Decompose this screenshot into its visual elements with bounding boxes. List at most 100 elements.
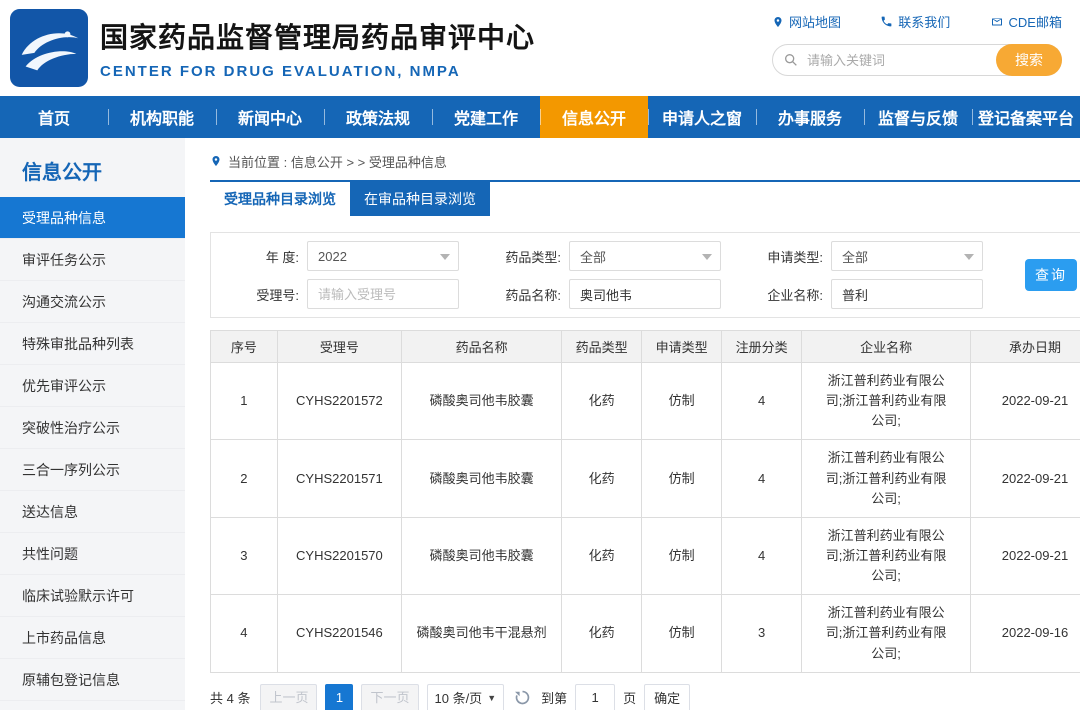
year-label: 年 度: xyxy=(221,247,299,266)
cell-drug-type: 化药 xyxy=(562,517,642,594)
nav-item-info-disclosure[interactable]: 信息公开 xyxy=(540,96,648,138)
nav-item-applicant-window[interactable]: 申请人之窗 xyxy=(648,96,756,138)
prev-page-button[interactable]: 上一页 xyxy=(260,684,317,710)
next-page-button[interactable]: 下一页 xyxy=(361,684,418,710)
apply-type-label: 申请类型: xyxy=(745,247,823,266)
cell-drug-type: 化药 xyxy=(562,440,642,517)
cell-apply-type: 仿制 xyxy=(642,363,722,440)
cell-drug-name: 磷酸奥司他韦胶囊 xyxy=(402,363,562,440)
nav-item-services[interactable]: 办事服务 xyxy=(756,96,864,138)
cell-drug-name: 磷酸奥司他韦干混悬剂 xyxy=(402,595,562,672)
page-size-value: 10 条/页 xyxy=(435,688,483,707)
confirm-button[interactable]: 确定 xyxy=(644,684,690,710)
chevron-down-icon: ▼ xyxy=(487,693,496,703)
nav-item-home[interactable]: 首页 xyxy=(0,96,108,138)
year-field: 年 度: 2022 xyxy=(221,241,459,271)
company-name-field: 企业名称: xyxy=(745,279,983,309)
cell-acceptance-no: CYHS2201546 xyxy=(277,595,401,672)
column-header-drug-name: 药品名称 xyxy=(402,331,562,363)
refresh-icon xyxy=(514,689,531,706)
page-size-select[interactable]: 10 条/页 ▼ xyxy=(427,684,505,710)
company-name-input[interactable] xyxy=(831,279,983,309)
sidebar-item-special-approval-list[interactable]: 特殊审批品种列表 xyxy=(0,323,185,365)
cell-reg-class: 3 xyxy=(722,595,802,672)
filter-panel: 年 度: 2022 药品类型: 全部 申请类型: 全部 xyxy=(210,232,1080,318)
search-button[interactable]: 搜索 xyxy=(996,44,1062,76)
cde-logo xyxy=(10,9,88,87)
cell-date: 2022-09-16 xyxy=(971,595,1080,672)
header-right: 网站地图 联系我们 CDE邮箱 搜索 xyxy=(772,12,1062,76)
nav-item-party[interactable]: 党建工作 xyxy=(432,96,540,138)
pagination: 共 4 条 上一页 1 下一页 10 条/页 ▼ 到第 页 确定 xyxy=(210,684,1080,710)
page-number-1[interactable]: 1 xyxy=(325,684,353,710)
company-text: 浙江普利药业有限公司;浙江普利药业有限公司; xyxy=(821,371,951,431)
nav-item-policy[interactable]: 政策法规 xyxy=(324,96,432,138)
drug-name-input[interactable] xyxy=(569,279,721,309)
cell-reg-class: 4 xyxy=(722,517,802,594)
goto-prefix: 到第 xyxy=(541,688,567,707)
tab-accepted-catalog[interactable]: 受理品种目录浏览 xyxy=(210,182,350,216)
contact-link[interactable]: 联系我们 xyxy=(880,12,950,31)
column-header-drug-type: 药品类型 xyxy=(562,331,642,363)
column-header-index: 序号 xyxy=(211,331,278,363)
main-nav: 首页 机构职能 新闻中心 政策法规 党建工作 信息公开 申请人之窗 办事服务 监… xyxy=(0,96,1080,138)
sidebar-item-communication[interactable]: 沟通交流公示 xyxy=(0,281,185,323)
year-select[interactable]: 2022 xyxy=(307,241,459,271)
cell-apply-type: 仿制 xyxy=(642,517,722,594)
sidebar-item-common-issues[interactable]: 共性问题 xyxy=(0,533,185,575)
filter-row-2: 受理号: 药品名称: 企业名称: xyxy=(221,279,1007,309)
company-text: 浙江普利药业有限公司;浙江普利药业有限公司; xyxy=(821,448,951,508)
acceptance-no-input[interactable] xyxy=(307,279,459,309)
cell-company: 浙江普利药业有限公司;浙江普利药业有限公司; xyxy=(802,595,971,672)
cell-company: 浙江普利药业有限公司;浙江普利药业有限公司; xyxy=(802,363,971,440)
sidebar-item-review-tasks[interactable]: 审评任务公示 xyxy=(0,239,185,281)
mailbox-link[interactable]: CDE邮箱 xyxy=(990,12,1062,31)
site-subtitle: CENTER FOR DRUG EVALUATION, NMPA xyxy=(100,63,535,80)
table-header-row: 序号 受理号 药品名称 药品类型 申请类型 注册分类 企业名称 承办日期 xyxy=(211,331,1080,363)
sidebar-item-accepted-varieties[interactable]: 受理品种信息 xyxy=(0,197,185,239)
tab-under-review-catalog[interactable]: 在审品种目录浏览 xyxy=(350,182,490,216)
cell-date: 2022-09-21 xyxy=(971,517,1080,594)
cell-index: 3 xyxy=(211,517,278,594)
drug-type-select[interactable]: 全部 xyxy=(569,241,721,271)
nav-item-supervision-feedback[interactable]: 监督与反馈 xyxy=(864,96,972,138)
company-text: 浙江普利药业有限公司;浙江普利药业有限公司; xyxy=(821,603,951,663)
location-pin-icon xyxy=(210,154,222,168)
content: 信息公开 受理品种信息 审评任务公示 沟通交流公示 特殊审批品种列表 优先审评公… xyxy=(0,138,1080,710)
table-row: 4 CYHS2201546 磷酸奥司他韦干混悬剂 化药 仿制 3 浙江普利药业有… xyxy=(211,595,1080,672)
drug-type-field: 药品类型: 全部 xyxy=(483,241,721,271)
breadcrumb-text: 当前位置 : 信息公开 > > 受理品种信息 xyxy=(228,152,447,171)
sidebar-item-marketed-drugs[interactable]: 上市药品信息 xyxy=(0,617,185,659)
main-panel: 当前位置 : 信息公开 > > 受理品种信息 受理品种目录浏览 在审品种目录浏览… xyxy=(185,138,1080,710)
column-header-apply-type: 申请类型 xyxy=(642,331,722,363)
cell-acceptance-no: CYHS2201570 xyxy=(277,517,401,594)
cell-reg-class: 4 xyxy=(722,363,802,440)
year-select-value: 2022 xyxy=(318,249,347,264)
sidebar-item-three-in-one[interactable]: 三合一序列公示 xyxy=(0,449,185,491)
nav-item-news[interactable]: 新闻中心 xyxy=(216,96,324,138)
apply-type-select[interactable]: 全部 xyxy=(831,241,983,271)
breadcrumb: 当前位置 : 信息公开 > > 受理品种信息 xyxy=(210,152,1080,170)
sidebar-title: 信息公开 xyxy=(0,138,185,197)
cell-acceptance-no: CYHS2201572 xyxy=(277,363,401,440)
sidebar-item-clinical-trial-license[interactable]: 临床试验默示许可 xyxy=(0,575,185,617)
column-header-reg-class: 注册分类 xyxy=(722,331,802,363)
nav-item-org-functions[interactable]: 机构职能 xyxy=(108,96,216,138)
goto-page-input[interactable] xyxy=(575,684,615,710)
cell-index: 2 xyxy=(211,440,278,517)
cell-date: 2022-09-21 xyxy=(971,440,1080,517)
acceptance-no-label: 受理号: xyxy=(221,285,299,304)
sidebar-item-excipient-registration[interactable]: 原辅包登记信息 xyxy=(0,659,185,701)
cell-drug-type: 化药 xyxy=(562,363,642,440)
search-icon xyxy=(783,52,799,68)
query-button[interactable]: 查询 xyxy=(1025,259,1077,291)
sidebar-item-priority-review[interactable]: 优先审评公示 xyxy=(0,365,185,407)
sidebar-item-breakthrough-therapy[interactable]: 突破性治疗公示 xyxy=(0,407,185,449)
sitemap-link[interactable]: 网站地图 xyxy=(772,12,841,31)
drug-name-field: 药品名称: xyxy=(483,279,721,309)
nav-item-registration-platform[interactable]: 登记备案平台 xyxy=(972,96,1080,138)
envelope-icon xyxy=(990,16,1004,28)
goto-suffix: 页 xyxy=(623,688,636,707)
sidebar-item-delivery-info[interactable]: 送达信息 xyxy=(0,491,185,533)
refresh-button[interactable] xyxy=(514,689,531,706)
